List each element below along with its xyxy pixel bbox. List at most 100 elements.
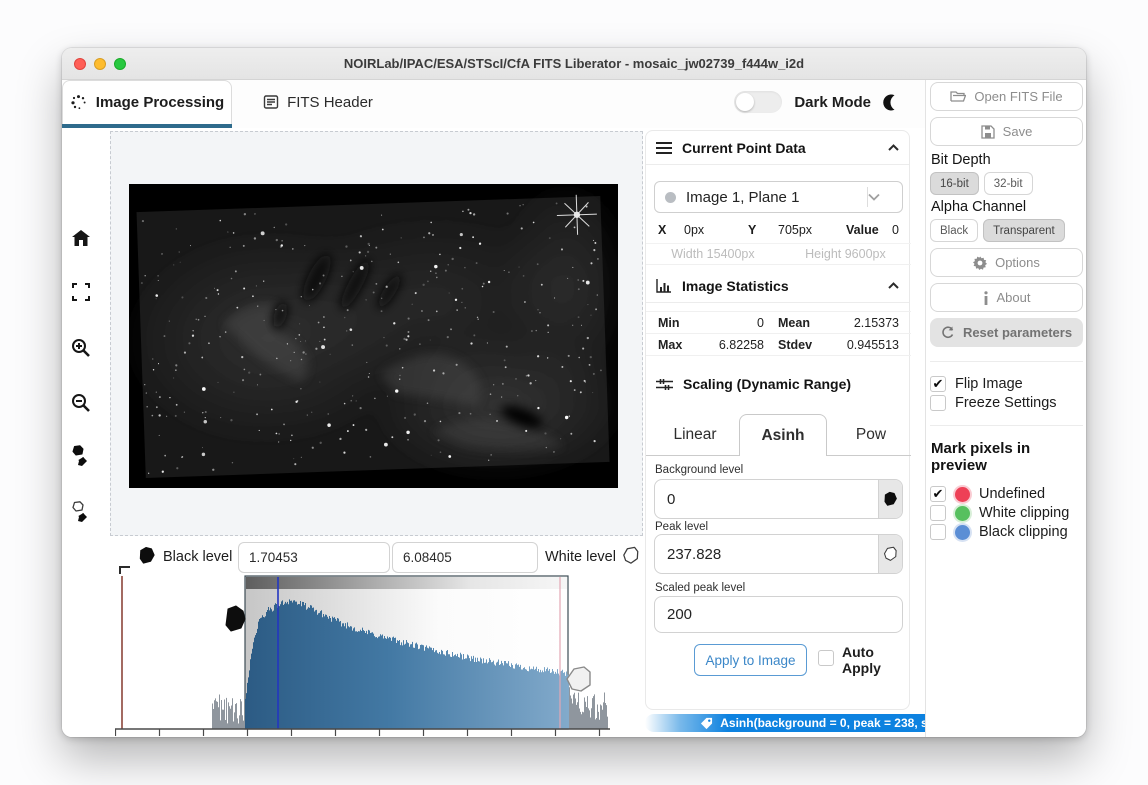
peak-level-input[interactable] <box>655 535 878 573</box>
background-level-field <box>654 479 903 519</box>
point-value: 0 <box>888 223 899 237</box>
tab-asinh[interactable]: Asinh <box>739 414 827 456</box>
about-button[interactable]: About <box>930 283 1083 312</box>
apply-to-image-button[interactable]: Apply to Image <box>694 644 807 676</box>
histogram-scaling-gradient-strip <box>246 577 567 589</box>
open-fits-file-button[interactable]: Open FITS File <box>930 82 1083 111</box>
y-label: Y <box>748 223 778 237</box>
background-picker-button[interactable] <box>878 480 902 518</box>
zoom-out-icon[interactable] <box>69 391 93 415</box>
image-height: Height 9600px <box>805 247 886 261</box>
folder-open-icon <box>950 90 966 103</box>
flip-image-checkbox[interactable]: ✔ <box>930 376 946 392</box>
scaling-tabs: Linear Asinh Pow <box>646 414 911 456</box>
value-label: Value <box>846 223 888 237</box>
chevron-down-icon <box>868 193 902 201</box>
close-button[interactable] <box>74 58 86 70</box>
white-clipping-label: White clipping <box>979 505 1069 521</box>
sidebar-divider-2 <box>930 425 1083 426</box>
collapse-point-data-icon[interactable] <box>888 144 899 151</box>
zoom-window-button[interactable] <box>114 58 126 70</box>
tab-image-processing-label: Image Processing <box>96 94 224 111</box>
options-button[interactable]: Options <box>930 248 1083 277</box>
black-clipping-checkbox[interactable] <box>930 524 946 540</box>
tab-bar: Image Processing FITS Header Dark Mode <box>62 80 925 128</box>
white-level-handle[interactable] <box>567 667 590 691</box>
auto-apply-label: Auto Apply <box>842 644 881 676</box>
peak-level-label: Peak level <box>655 521 708 533</box>
image-width: Width 15400px <box>671 247 754 261</box>
peak-level-field <box>654 534 903 574</box>
bar-chart-icon <box>656 278 672 293</box>
bit-depth-16-button[interactable]: 16-bit <box>930 172 979 195</box>
image-dimensions-row: Width 15400px Height 9600px <box>646 243 911 265</box>
freeze-settings-checkbox[interactable] <box>930 395 946 411</box>
white-level-input[interactable] <box>392 542 538 573</box>
white-clipping-row: White clipping <box>930 505 1083 521</box>
undefined-checkbox[interactable]: ✔ <box>930 486 946 502</box>
alpha-transparent-button[interactable]: Transparent <box>983 219 1065 242</box>
reset-parameters-button[interactable]: Reset parameters <box>930 318 1083 347</box>
black-level-blob-icon <box>138 546 156 565</box>
window-title: NOIRLab/IPAC/ESA/STScI/CfA FITS Liberato… <box>344 56 804 71</box>
x-label: X <box>658 223 684 237</box>
tab-linear[interactable]: Linear <box>651 414 739 456</box>
y-value: 705px <box>778 223 836 237</box>
background-level-input[interactable] <box>655 480 878 518</box>
undefined-label: Undefined <box>979 486 1045 502</box>
black-level-handle[interactable] <box>226 606 245 631</box>
scaled-peak-level-input[interactable] <box>655 597 902 632</box>
max-value: 6.82258 <box>700 338 778 352</box>
tab-fits-header[interactable]: FITS Header <box>233 80 403 124</box>
black-level-input[interactable] <box>238 542 390 573</box>
dark-mode-label: Dark Mode <box>794 94 871 111</box>
fits-liberator-logo-icon <box>70 94 87 111</box>
peak-picker-button[interactable] <box>878 535 902 573</box>
minimize-button[interactable] <box>94 58 106 70</box>
tool-rail <box>62 128 110 737</box>
tab-fits-header-label: FITS Header <box>287 94 373 111</box>
fits-header-icon <box>263 94 279 110</box>
statistics-grid: Min 0 Mean 2.15373 Max 6.82258 Stdev 0.9… <box>646 311 911 356</box>
dark-mode-toggle[interactable] <box>734 91 782 113</box>
flip-image-label: Flip Image <box>955 376 1023 392</box>
freeze-settings-row: Freeze Settings <box>930 395 1083 411</box>
save-icon <box>981 125 995 139</box>
alpha-channel-label: Alpha Channel <box>931 199 1083 215</box>
save-button[interactable]: Save <box>930 117 1083 146</box>
max-label: Max <box>658 338 700 352</box>
black-clipping-color-dot <box>955 525 970 540</box>
scaled-peak-level-label: Scaled peak level <box>655 582 745 594</box>
white-level-picker-icon[interactable] <box>69 500 93 524</box>
plane-select-value: Image 1, Plane 1 <box>686 189 867 206</box>
stdev-value: 0.945513 <box>826 338 899 352</box>
scaling-header: Scaling (Dynamic Range) <box>646 367 909 401</box>
tab-image-processing[interactable]: Image Processing <box>62 80 232 124</box>
white-clipping-checkbox[interactable] <box>930 505 946 521</box>
undefined-color-dot <box>955 487 970 502</box>
min-label: Min <box>658 316 700 330</box>
stat-row-min-mean: Min 0 Mean 2.15373 <box>646 312 911 334</box>
app-window: NOIRLab/IPAC/ESA/STScI/CfA FITS Liberato… <box>62 48 1086 737</box>
home-icon[interactable] <box>69 226 93 250</box>
undefined-row: ✔ Undefined <box>930 486 1083 502</box>
titlebar: NOIRLab/IPAC/ESA/STScI/CfA FITS Liberato… <box>62 48 1086 80</box>
zoom-in-icon[interactable] <box>69 336 93 360</box>
bit-depth-32-button[interactable]: 32-bit <box>984 172 1033 195</box>
image-statistics-title: Image Statistics <box>682 278 878 294</box>
auto-apply-checkbox[interactable] <box>818 650 834 666</box>
black-clipping-row: Black clipping <box>930 524 1083 540</box>
collapse-statistics-icon[interactable] <box>888 282 899 289</box>
info-icon <box>983 291 989 305</box>
histogram[interactable] <box>115 573 610 737</box>
mark-pixels-title: Mark pixels in preview <box>931 440 1083 474</box>
menu-icon <box>656 141 672 155</box>
plane-select[interactable]: Image 1, Plane 1 <box>654 181 903 213</box>
black-level-picker-icon[interactable] <box>69 444 93 468</box>
fit-to-view-icon[interactable] <box>69 280 93 304</box>
fits-image-preview[interactable] <box>129 184 618 488</box>
sliders-icon <box>656 378 673 391</box>
tab-pow[interactable]: Pow <box>827 414 915 456</box>
mean-label: Mean <box>778 316 826 330</box>
alpha-black-button[interactable]: Black <box>930 219 978 242</box>
